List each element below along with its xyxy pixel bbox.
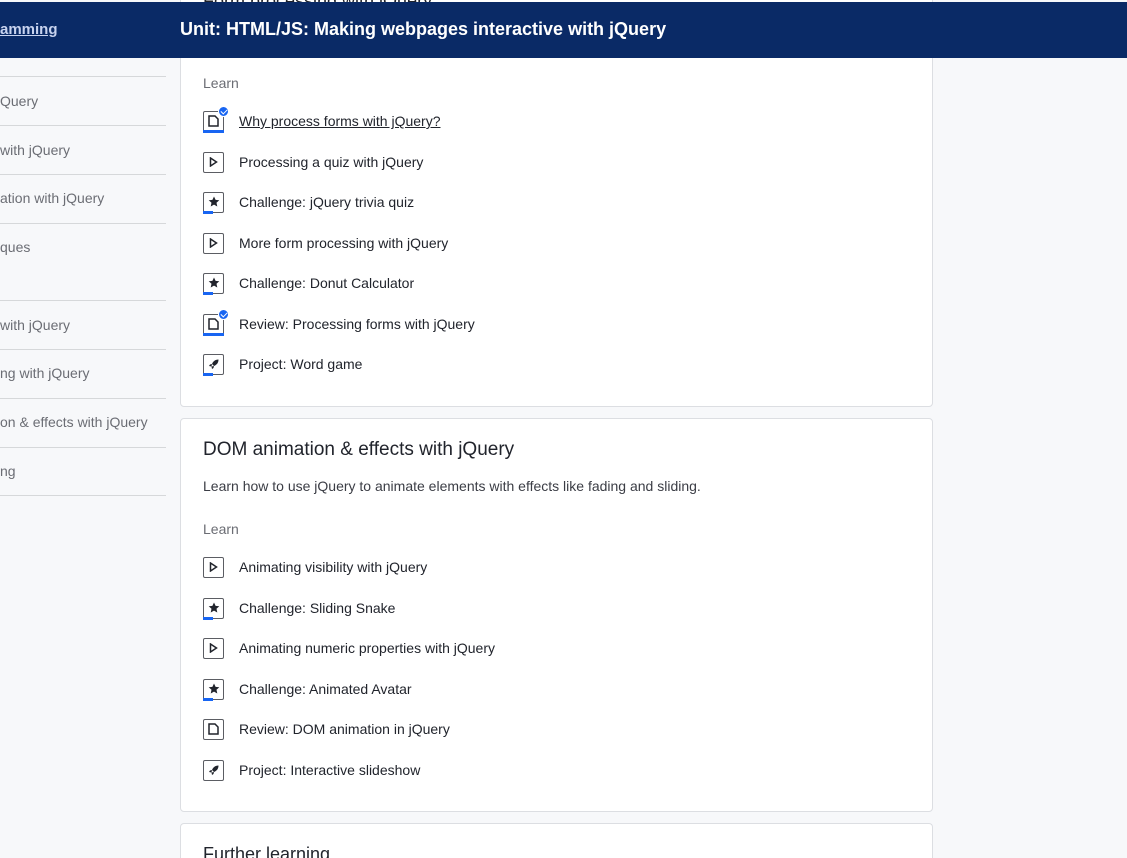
- video-icon: [203, 151, 224, 173]
- unit-title: Unit: HTML/JS: Making webpages interacti…: [180, 19, 667, 39]
- lesson-item-label[interactable]: Animating visibility with jQuery: [239, 559, 427, 575]
- video-icon: [203, 556, 224, 578]
- video-icon: [203, 637, 224, 659]
- lesson-description: Learn how to use jQuery to animate eleme…: [203, 478, 701, 494]
- list-item[interactable]: Animating numeric properties with jQuery: [203, 636, 495, 660]
- progress-indicator: [203, 291, 213, 295]
- sidebar-item-lesson[interactable]: ng: [0, 463, 16, 479]
- sidebar-item-lesson[interactable]: ques: [0, 239, 30, 255]
- sidebar-divider: [0, 125, 166, 126]
- sidebar-item-lesson[interactable]: with jQuery: [0, 317, 70, 333]
- completed-check-icon: [218, 308, 229, 320]
- sidebar-divider: [0, 447, 166, 448]
- progress-indicator: [203, 372, 213, 376]
- challenge-star-icon: [203, 597, 224, 620]
- article-icon: [203, 105, 229, 133]
- progress-indicator: [203, 697, 213, 701]
- lesson-item-label[interactable]: Processing a quiz with jQuery: [239, 154, 423, 170]
- lesson-item-label[interactable]: Challenge: jQuery trivia quiz: [239, 194, 414, 210]
- lesson-title[interactable]: DOM animation & effects with jQuery: [203, 439, 514, 461]
- lesson-item-label[interactable]: Challenge: Sliding Snake: [239, 600, 395, 616]
- project-rocket-icon: [203, 353, 224, 376]
- sidebar-divider: [0, 495, 166, 496]
- lesson-card-dom-animation: DOM animation & effects with jQuery Lear…: [180, 418, 933, 812]
- lesson-title[interactable]: Further learning: [203, 844, 330, 858]
- list-item[interactable]: Project: Interactive slideshow: [203, 758, 420, 782]
- list-item[interactable]: Challenge: Donut Calculator: [203, 271, 414, 295]
- challenge-star-icon: [203, 272, 224, 295]
- list-item[interactable]: Challenge: Sliding Snake: [203, 596, 395, 620]
- progress-indicator: [203, 332, 224, 336]
- section-label-learn: Learn: [203, 521, 239, 537]
- progress-indicator: [203, 616, 213, 620]
- sidebar-item-lesson[interactable]: on & effects with jQuery: [0, 414, 148, 430]
- lesson-item-label[interactable]: Review: DOM animation in jQuery: [239, 721, 450, 737]
- list-item[interactable]: Project: Word game: [203, 352, 362, 376]
- lesson-item-label[interactable]: Challenge: Donut Calculator: [239, 275, 414, 291]
- lesson-item-label[interactable]: Project: Word game: [239, 356, 362, 372]
- list-item[interactable]: Review: DOM animation in jQuery: [203, 717, 450, 741]
- unit-header-bar: amming Unit: HTML/JS: Making webpages in…: [0, 2, 1127, 58]
- list-item[interactable]: Why process forms with jQuery?: [203, 105, 441, 133]
- article-icon: [203, 308, 229, 336]
- sidebar-divider: [0, 300, 166, 301]
- lesson-item-label[interactable]: Review: Processing forms with jQuery: [239, 316, 475, 332]
- list-item[interactable]: More form processing with jQuery: [203, 231, 448, 255]
- lesson-item-label[interactable]: Challenge: Animated Avatar: [239, 681, 412, 697]
- project-rocket-icon: [203, 759, 224, 781]
- sidebar-item-lesson[interactable]: with jQuery: [0, 142, 70, 158]
- list-item[interactable]: Challenge: Animated Avatar: [203, 677, 412, 701]
- challenge-star-icon: [203, 191, 224, 214]
- lesson-item-label[interactable]: Why process forms with jQuery?: [239, 113, 441, 129]
- sidebar-item-lesson[interactable]: Query: [0, 93, 38, 109]
- list-item[interactable]: Review: Processing forms with jQuery: [203, 308, 475, 336]
- list-item[interactable]: Challenge: jQuery trivia quiz: [203, 190, 414, 214]
- lesson-item-label[interactable]: Project: Interactive slideshow: [239, 762, 420, 778]
- breadcrumb-course-link[interactable]: amming: [0, 21, 58, 38]
- sidebar-divider: [0, 174, 166, 175]
- list-item[interactable]: Processing a quiz with jQuery: [203, 150, 423, 174]
- sidebar-lesson-list: Query with jQuery ation with jQuery ques…: [0, 58, 166, 858]
- sidebar-item-lesson[interactable]: ng with jQuery: [0, 365, 89, 381]
- progress-indicator: [203, 129, 224, 133]
- sidebar-divider: [0, 398, 166, 399]
- completed-check-icon: [218, 105, 229, 117]
- video-icon: [203, 232, 224, 254]
- sidebar-item-lesson[interactable]: ation with jQuery: [0, 190, 104, 206]
- article-icon: [203, 718, 224, 740]
- challenge-star-icon: [203, 678, 224, 701]
- list-item[interactable]: Animating visibility with jQuery: [203, 555, 427, 579]
- sidebar-divider: [0, 223, 166, 224]
- lesson-item-label[interactable]: Animating numeric properties with jQuery: [239, 640, 495, 656]
- progress-indicator: [203, 210, 213, 214]
- lesson-card-form-processing: Form processing with jQuery Learn Why pr…: [180, 0, 933, 407]
- sidebar-divider: [0, 76, 166, 77]
- lesson-card-further-learning: Further learning: [180, 823, 933, 858]
- section-label-learn: Learn: [203, 75, 239, 91]
- lesson-item-label[interactable]: More form processing with jQuery: [239, 235, 448, 251]
- sidebar-divider: [0, 349, 166, 350]
